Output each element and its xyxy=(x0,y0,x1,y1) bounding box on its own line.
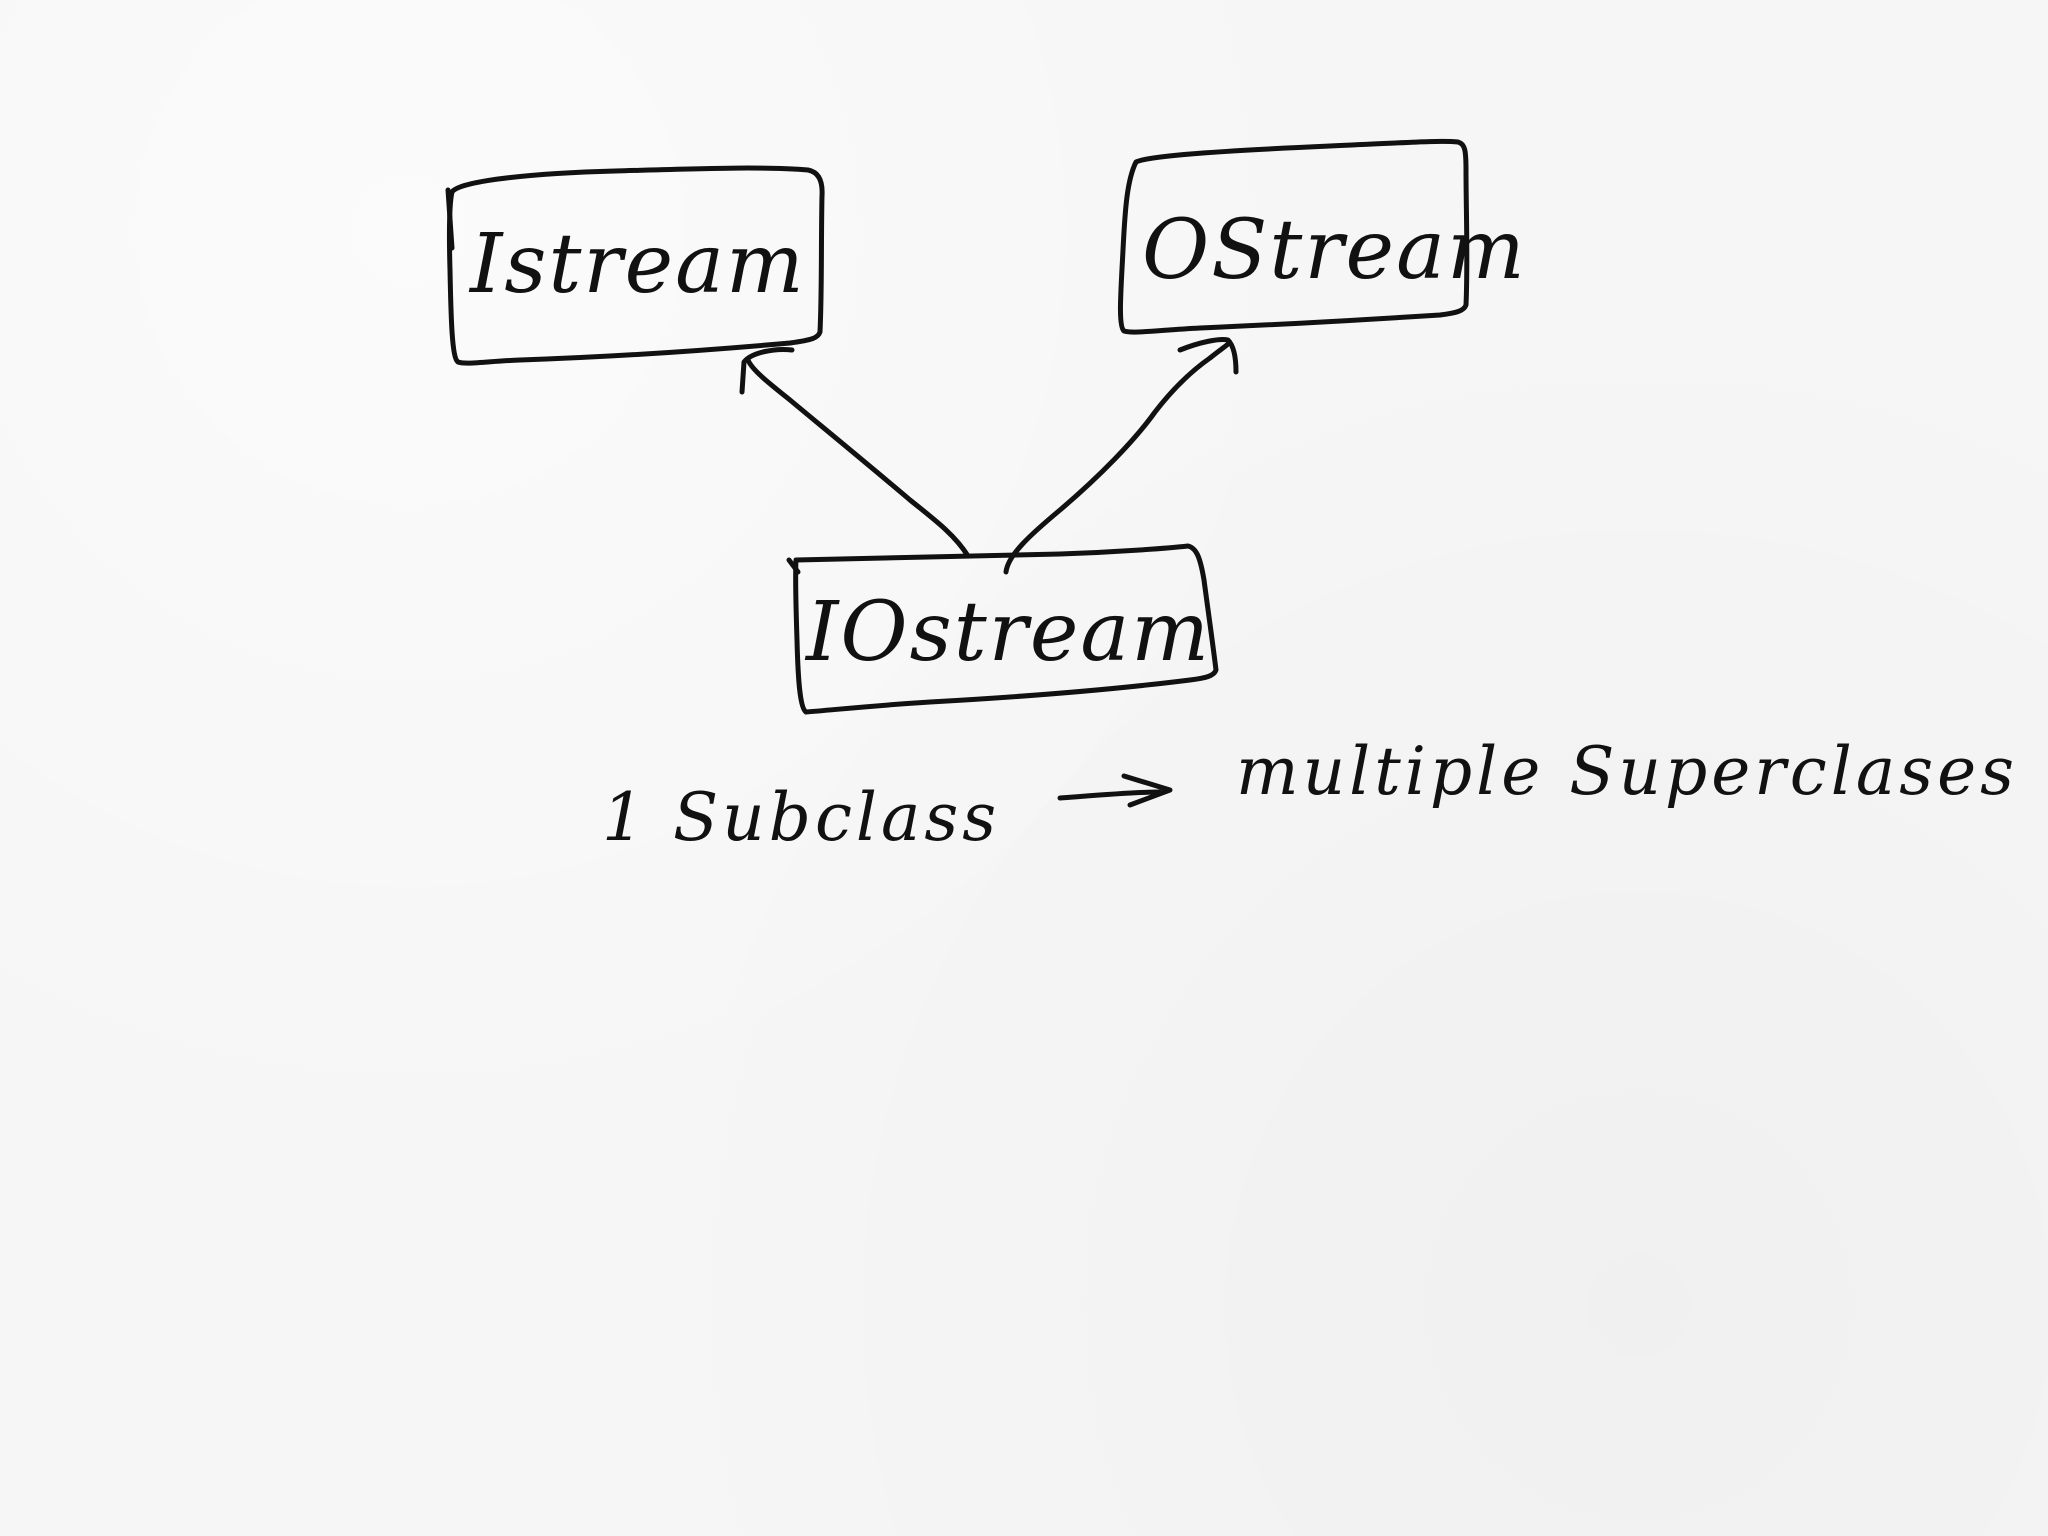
arrow-to-istream-head xyxy=(739,347,795,395)
ostream-node: OStream xyxy=(1117,138,1527,335)
note-superclasses-text: multiple Superclases xyxy=(1236,733,2018,810)
istream-node: Istream xyxy=(445,165,825,366)
note-subclass-text: 1 Subclass xyxy=(602,779,1000,856)
arrow-to-ostream-line xyxy=(1003,341,1231,575)
ostream-label: OStream xyxy=(1142,203,1527,298)
arrow-to-istream xyxy=(739,347,971,559)
iostream-label: IOstream xyxy=(804,585,1211,680)
inheritance-diagram: Istream OStream IOstream 1 Subclass -> xyxy=(445,138,2018,856)
arrow-to-istream-line xyxy=(745,357,971,559)
istream-label: Istream xyxy=(468,217,806,312)
arrow-to-ostream xyxy=(1003,337,1239,575)
iostream-node: IOstream xyxy=(786,543,1219,715)
inheritance-note: 1 Subclass -> multiple Superclases xyxy=(602,733,2018,856)
drawing-canvas: Istream OStream IOstream 1 Subclass -> xyxy=(0,0,2048,1536)
